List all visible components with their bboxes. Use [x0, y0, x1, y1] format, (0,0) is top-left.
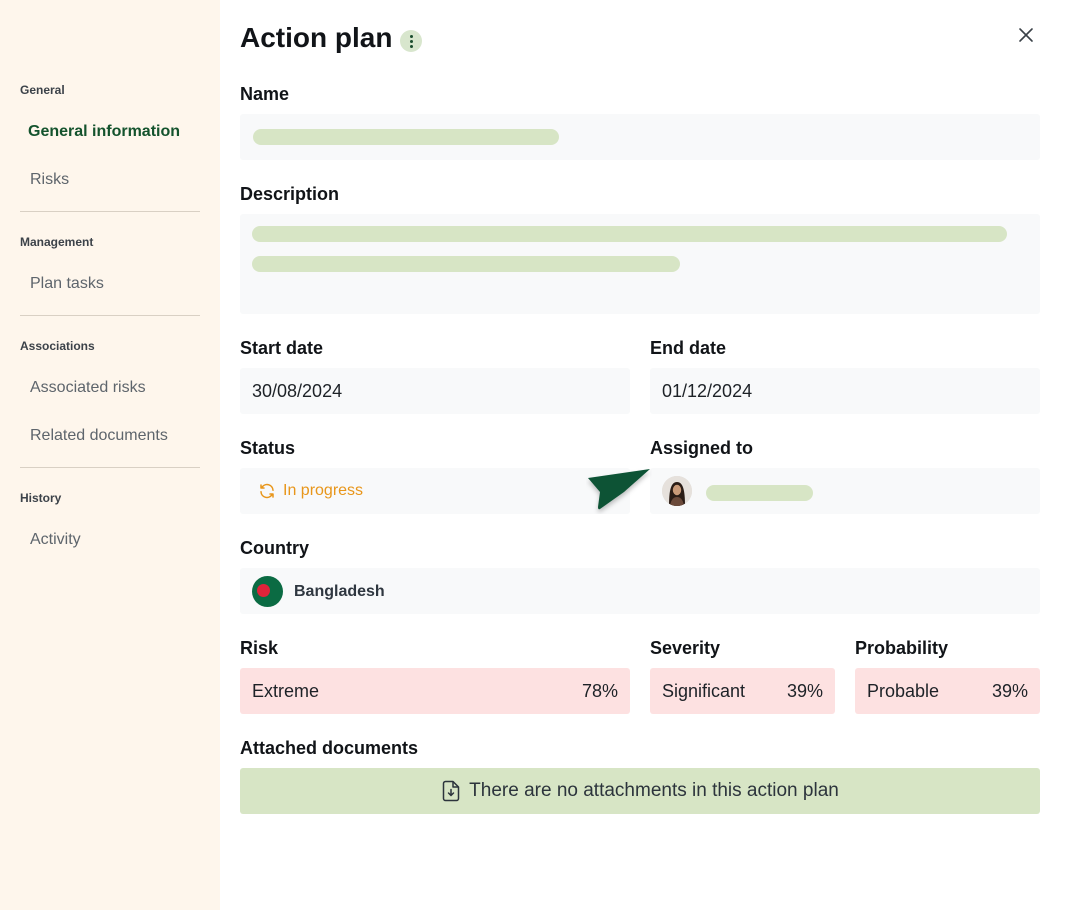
probability-percentage: 39% — [991, 680, 1028, 701]
risk-field[interactable]: Extreme 78% — [240, 668, 630, 714]
severity-label: Severity — [650, 638, 721, 658]
attachments-empty-text: There are no attachments in this action … — [469, 780, 839, 801]
section-title-management: Management — [20, 235, 94, 249]
sidebar-divider — [20, 467, 200, 468]
end-date-value: 01/12/2024 — [662, 380, 753, 401]
sidebar-item-plan-tasks[interactable]: Plan tasks — [30, 275, 104, 293]
page-title: Action plan — [240, 22, 393, 53]
risk-percentage: 78% — [581, 680, 618, 701]
assigned-to-label: Assigned to — [650, 438, 754, 458]
file-download-icon — [442, 780, 460, 802]
cursor-pointer-icon — [588, 469, 650, 510]
country-label: Country — [240, 538, 309, 558]
more-vertical-icon[interactable] — [400, 30, 422, 52]
start-date-field[interactable]: 30/08/2024 — [240, 368, 630, 414]
name-label: Name — [240, 84, 290, 104]
risk-label: Risk — [240, 638, 279, 658]
probability-field[interactable]: Probable 39% — [855, 668, 1040, 714]
sidebar-item-related-documents[interactable]: Related documents — [30, 427, 168, 445]
close-icon[interactable] — [1016, 25, 1036, 45]
start-date-value: 30/08/2024 — [252, 380, 343, 401]
avatar — [662, 476, 692, 506]
sidebar-item-risks[interactable]: Risks — [30, 171, 69, 189]
sidebar-item-associated-risks[interactable]: Associated risks — [30, 379, 146, 397]
status-value: In progress — [283, 482, 364, 499]
risk-value: Extreme — [252, 680, 320, 701]
sidebar-divider — [20, 315, 200, 316]
description-field[interactable] — [240, 214, 1040, 314]
skeleton-placeholder — [252, 256, 680, 272]
section-title-history: History — [20, 491, 62, 505]
severity-percentage: 39% — [786, 680, 823, 701]
description-label: Description — [240, 184, 340, 204]
section-title-general: General — [20, 83, 65, 97]
sidebar-divider — [20, 211, 200, 212]
attachments-dropzone[interactable]: There are no attachments in this action … — [240, 768, 1040, 814]
severity-value: Significant — [662, 680, 746, 701]
bangladesh-flag-icon — [252, 576, 283, 607]
assigned-to-field[interactable] — [650, 468, 1040, 514]
sidebar-item-activity[interactable]: Activity — [30, 531, 81, 549]
country-value: Bangladesh — [294, 583, 385, 600]
skeleton-placeholder — [706, 485, 813, 501]
probability-value: Probable — [867, 680, 940, 701]
sidebar-item-general-information[interactable]: General information — [28, 123, 180, 141]
sidebar: General General information Risks Manage… — [0, 0, 220, 910]
name-field[interactable] — [240, 114, 1040, 160]
attachments-label: Attached documents — [240, 738, 419, 758]
sync-icon — [260, 483, 274, 499]
probability-label: Probability — [855, 638, 949, 658]
start-date-label: Start date — [240, 338, 324, 358]
status-label: Status — [240, 438, 296, 458]
section-title-associations: Associations — [20, 339, 95, 353]
skeleton-placeholder — [252, 226, 1007, 242]
skeleton-placeholder — [253, 129, 559, 145]
end-date-field[interactable]: 01/12/2024 — [650, 368, 1040, 414]
end-date-label: End date — [650, 338, 727, 358]
severity-field[interactable]: Significant 39% — [650, 668, 835, 714]
